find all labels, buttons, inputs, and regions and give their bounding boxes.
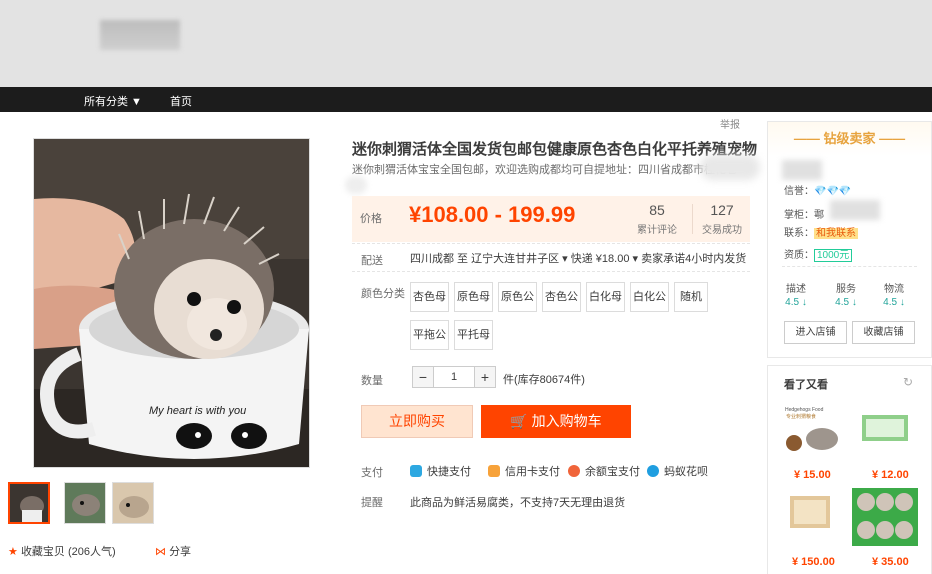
star-icon: ★ — [8, 546, 18, 558]
sku-option[interactable]: 原色母 — [454, 282, 493, 312]
sku-option[interactable]: 平拖公 — [410, 320, 449, 350]
nav-home[interactable]: 首页 — [170, 93, 192, 109]
pay-method: 余额宝支付 — [568, 463, 640, 479]
notice-label: 提醒 — [361, 497, 383, 509]
pay-method: 蚂蚁花呗 — [647, 463, 708, 479]
notice-text: 此商品为鲜活易腐类，不支持7天无理由退货 — [410, 497, 626, 509]
cart-icon: 🛒 — [510, 413, 528, 429]
pay-method: 信用卡支付 — [488, 463, 560, 479]
blurred-logo — [100, 20, 180, 50]
recommend-price-3: ¥ 150.00 — [792, 556, 835, 568]
sku-option[interactable]: 白化公 — [630, 282, 669, 312]
qty-label: 数量 — [361, 375, 383, 387]
score-service: 服务 4.5 ↓ — [835, 284, 857, 308]
sku-option[interactable]: 随机 — [674, 282, 708, 312]
thumbnail-2[interactable] — [64, 482, 106, 524]
sales-stat: 127 交易成功 — [702, 202, 742, 236]
recommend-item-3[interactable] — [780, 488, 842, 546]
share-link[interactable]: ⋈ 分享 — [155, 543, 191, 559]
contact-row: 联系： 和我联系 — [784, 228, 858, 239]
site-header — [0, 0, 932, 87]
sku-option[interactable]: 原色公 — [498, 282, 537, 312]
pay-method: 快捷支付 — [410, 463, 471, 479]
shipping-info[interactable]: 四川成都 至 辽宁大连甘井子区 ▾ 快递 ¥18.00 ▾ 卖家承诺4小时内发货 — [410, 250, 746, 266]
price-value: ¥108.00 - 199.99 — [409, 202, 576, 227]
add-to-cart-button[interactable]: 🛒 加入购物车 — [481, 405, 631, 438]
credit-card-icon — [488, 465, 500, 477]
pay-label: 支付 — [361, 467, 383, 479]
main-product-image[interactable]: My heart is with you — [33, 138, 310, 468]
thumbnail-1[interactable] — [8, 482, 50, 524]
svg-text:专业刺猬粮食: 专业刺猬粮食 — [786, 413, 816, 420]
hedgehog-in-mug-image: My heart is with you — [34, 139, 309, 467]
buy-now-button[interactable]: 立即购买 — [361, 405, 473, 438]
blurred-shopkeeper — [830, 200, 880, 220]
qty-increase-button[interactable]: + — [474, 366, 496, 388]
shopkeeper-row: 掌柜：鄠 — [784, 210, 824, 221]
recommend-item-2[interactable] — [854, 401, 916, 459]
deposit-icon: 1000元 — [814, 249, 853, 262]
svg-text:Hedgehogs Food: Hedgehogs Food — [785, 407, 824, 413]
refresh-icon[interactable]: ↻ — [903, 375, 913, 389]
quick-pay-icon — [410, 465, 422, 477]
huabei-icon — [647, 465, 659, 477]
score-logistics: 物流 4.5 ↓ — [883, 284, 905, 308]
recommend-price-2: ¥ 12.00 — [872, 469, 909, 481]
thumbnail-3[interactable] — [112, 482, 154, 524]
recommend-item-1[interactable]: Hedgehogs Food 专业刺猬粮食 — [780, 401, 842, 459]
blurred-area — [700, 155, 760, 180]
blurred-shop-name — [782, 160, 822, 180]
recommend-item-4[interactable] — [852, 488, 918, 546]
score-description: 描述 4.5 ↓ — [785, 284, 807, 308]
blurred-area — [345, 176, 367, 194]
sku-option[interactable]: 平托母 — [454, 320, 493, 350]
sku-option[interactable]: 杏色母 — [410, 282, 449, 312]
nav-bar: 所有分类 ▼ 首页 — [0, 87, 932, 112]
recommend-title: 看了又看 — [784, 379, 828, 391]
svg-text:My heart is with you: My heart is with you — [149, 405, 246, 417]
enter-store-button[interactable]: 进入店铺 — [784, 321, 847, 344]
reviews-stat[interactable]: 85 累计评论 — [632, 202, 682, 236]
contact-seller-button[interactable]: 和我联系 — [814, 228, 858, 239]
ship-label: 配送 — [361, 255, 383, 267]
report-link[interactable]: 举报 — [720, 116, 740, 131]
sku-option[interactable]: 白化母 — [586, 282, 625, 312]
seller-card: —— 钻级卖家 —— 信誉：💎💎💎 掌柜：鄠 联系： 和我联系 资质： 1000元 … — [767, 121, 932, 358]
nav-all-categories[interactable]: 所有分类 ▼ — [84, 93, 142, 109]
stock-info: 件(库存80674件) — [503, 374, 585, 386]
price-label: 价格 — [360, 213, 382, 225]
product-subtitle: 迷你刺猬活体宝宝全国包邮，欢迎选购成都均可自提地址：四川省成都市桂花巷 — [352, 164, 737, 176]
seller-badge: —— 钻级卖家 —— — [768, 122, 931, 156]
price-box: 价格 ¥108.00 - 199.99 85 累计评论 127 交易成功 — [352, 196, 750, 242]
recommend-price-4: ¥ 35.00 — [872, 556, 909, 568]
color-label: 颜色分类 — [361, 288, 405, 300]
recommendations-panel: 看了又看 ↻ Hedgehogs Food 专业刺猬粮食 ¥ 15.00 ¥ 12… — [767, 365, 932, 574]
qty-decrease-button[interactable]: − — [412, 366, 434, 388]
sku-option[interactable]: 杏色公 — [542, 282, 581, 312]
favorite-item[interactable]: ★ 收藏宝贝 (206人气) — [8, 543, 116, 559]
favorite-store-button[interactable]: 收藏店铺 — [852, 321, 915, 344]
credit-row: 信誉：💎💎💎 — [784, 186, 852, 197]
recommend-price-1: ¥ 15.00 — [794, 469, 831, 481]
share-icon: ⋈ — [155, 546, 166, 558]
qualification-row: 资质： 1000元 — [784, 246, 853, 262]
product-title: 迷你刺猬活体全国发货包邮包健康原色杏色白化平托养殖宠物 — [352, 141, 758, 158]
yuebao-icon — [568, 465, 580, 477]
qty-input[interactable]: 1 — [434, 366, 474, 388]
